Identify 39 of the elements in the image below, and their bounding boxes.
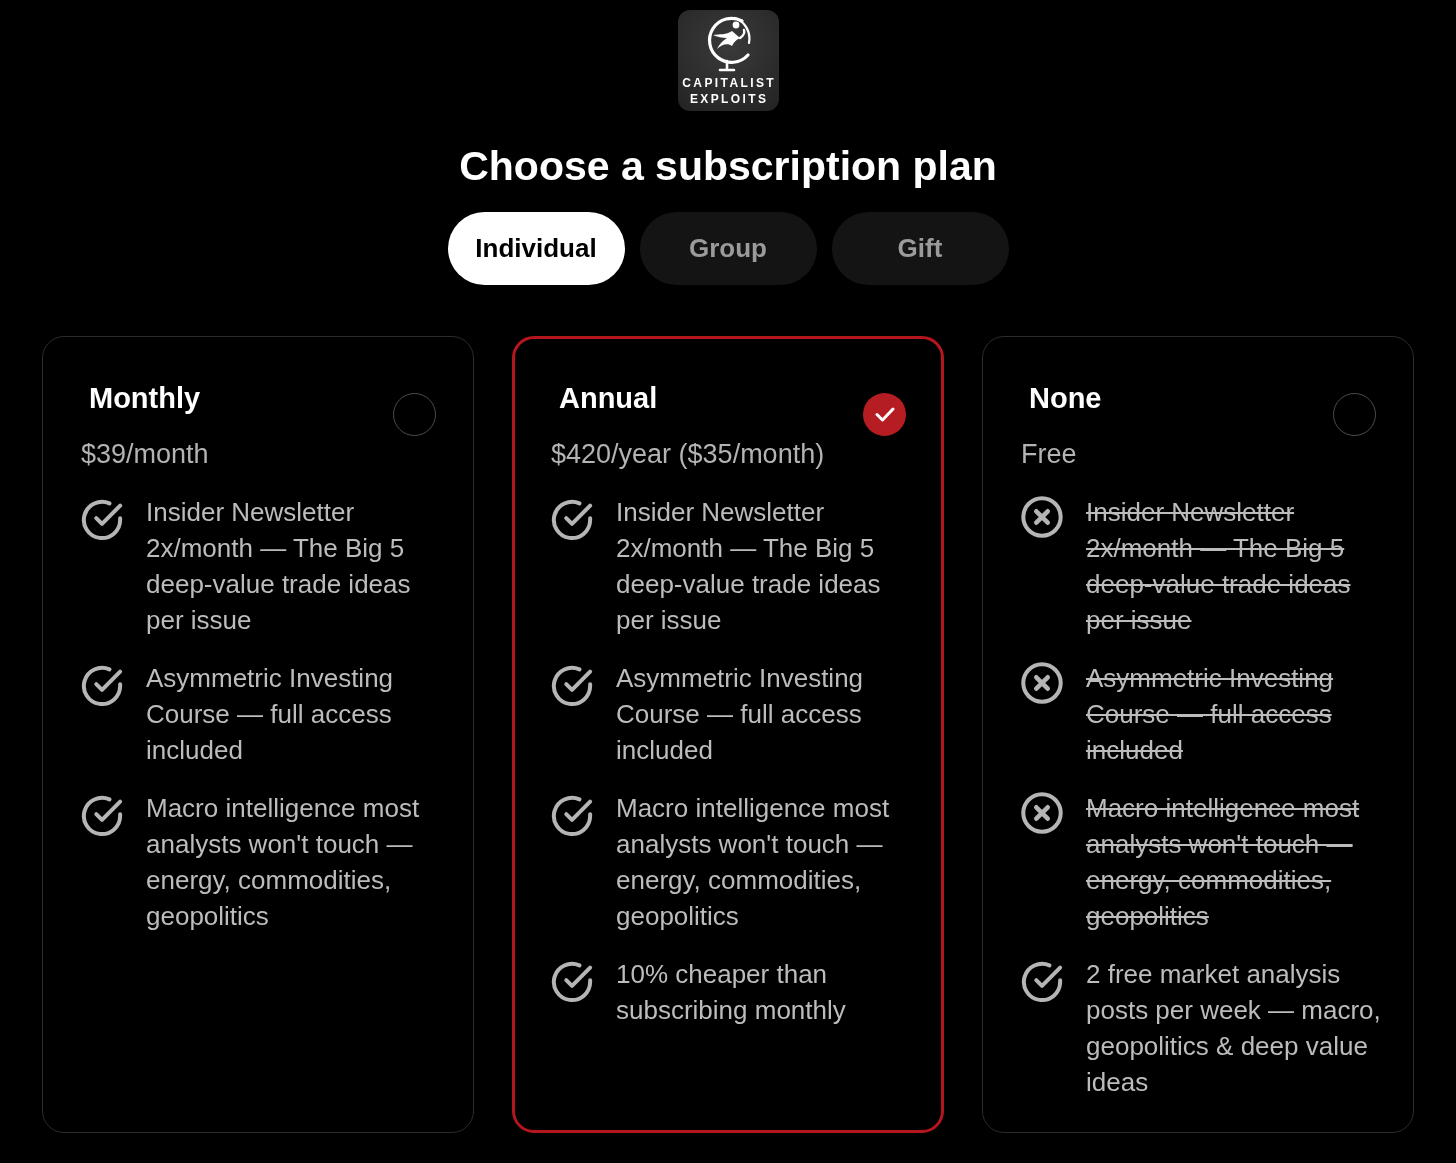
x-circle-icon <box>1021 496 1063 538</box>
check-circle-icon <box>551 665 593 707</box>
x-circle-icon <box>1021 792 1063 834</box>
feature-text: Asymmetric Investing Course — full access included <box>146 662 395 767</box>
check-circle-icon <box>551 961 593 1003</box>
feature-text: Macro intelligence most analysts won't touch — energy, commodities, geopolitics <box>1086 792 1361 933</box>
feature-text: Macro intelligence most analysts won't touch — energy, commodities, geopolitics <box>146 792 421 933</box>
feature-text: 2 free market analysis posts per week — macro, geopolitics & deep value ideas <box>1086 958 1382 1099</box>
feature-text: Insider Newsletter 2x/month — The Big 5 deep-value trade ideas per issue <box>616 496 882 637</box>
plan-price: $420/year ($35/month) <box>551 438 825 471</box>
plan-type-tab[interactable]: Gift <box>831 212 1009 285</box>
check-circle-icon <box>551 499 593 541</box>
plan-type-tab[interactable]: Group <box>639 212 817 285</box>
plan-price: Free <box>1021 438 1078 471</box>
check-circle-icon <box>81 795 123 837</box>
feature-text: Asymmetric Investing Course — full access included <box>1086 662 1335 767</box>
radio-button[interactable] <box>863 393 906 436</box>
check-icon <box>874 407 895 422</box>
logo-text: CAPITALIST <box>681 75 777 91</box>
check-circle-icon <box>81 499 123 541</box>
plan-type-tab[interactable]: Individual <box>447 212 625 285</box>
check-circle-icon <box>1021 961 1063 1003</box>
feature-text: Insider Newsletter 2x/month — The Big 5 deep-value trade ideas per issue <box>1086 496 1352 637</box>
feature-text: Asymmetric Investing Course — full access included <box>616 662 865 767</box>
plan-card[interactable] <box>982 336 1414 1133</box>
check-circle-icon <box>81 665 123 707</box>
logo-text: EXPLOITS <box>688 91 769 107</box>
feature-text: 10% cheaper than subscribing monthly <box>616 958 847 1027</box>
plan-price: $39/month <box>81 438 209 471</box>
feature-text: Insider Newsletter 2x/month — The Big 5 deep-value trade ideas per issue <box>146 496 412 637</box>
plan-name: Annual <box>559 381 659 415</box>
check-circle-icon <box>551 795 593 837</box>
plan-card[interactable] <box>512 336 944 1133</box>
x-circle-icon <box>1021 662 1063 704</box>
feature-text: Macro intelligence most analysts won't touch — energy, commodities, geopolitics <box>616 792 891 933</box>
plan-name: None <box>1029 381 1102 415</box>
plan-name: Monthly <box>89 381 202 415</box>
page-title: Choose a subscription plan <box>459 142 997 190</box>
plan-card[interactable] <box>42 336 474 1133</box>
